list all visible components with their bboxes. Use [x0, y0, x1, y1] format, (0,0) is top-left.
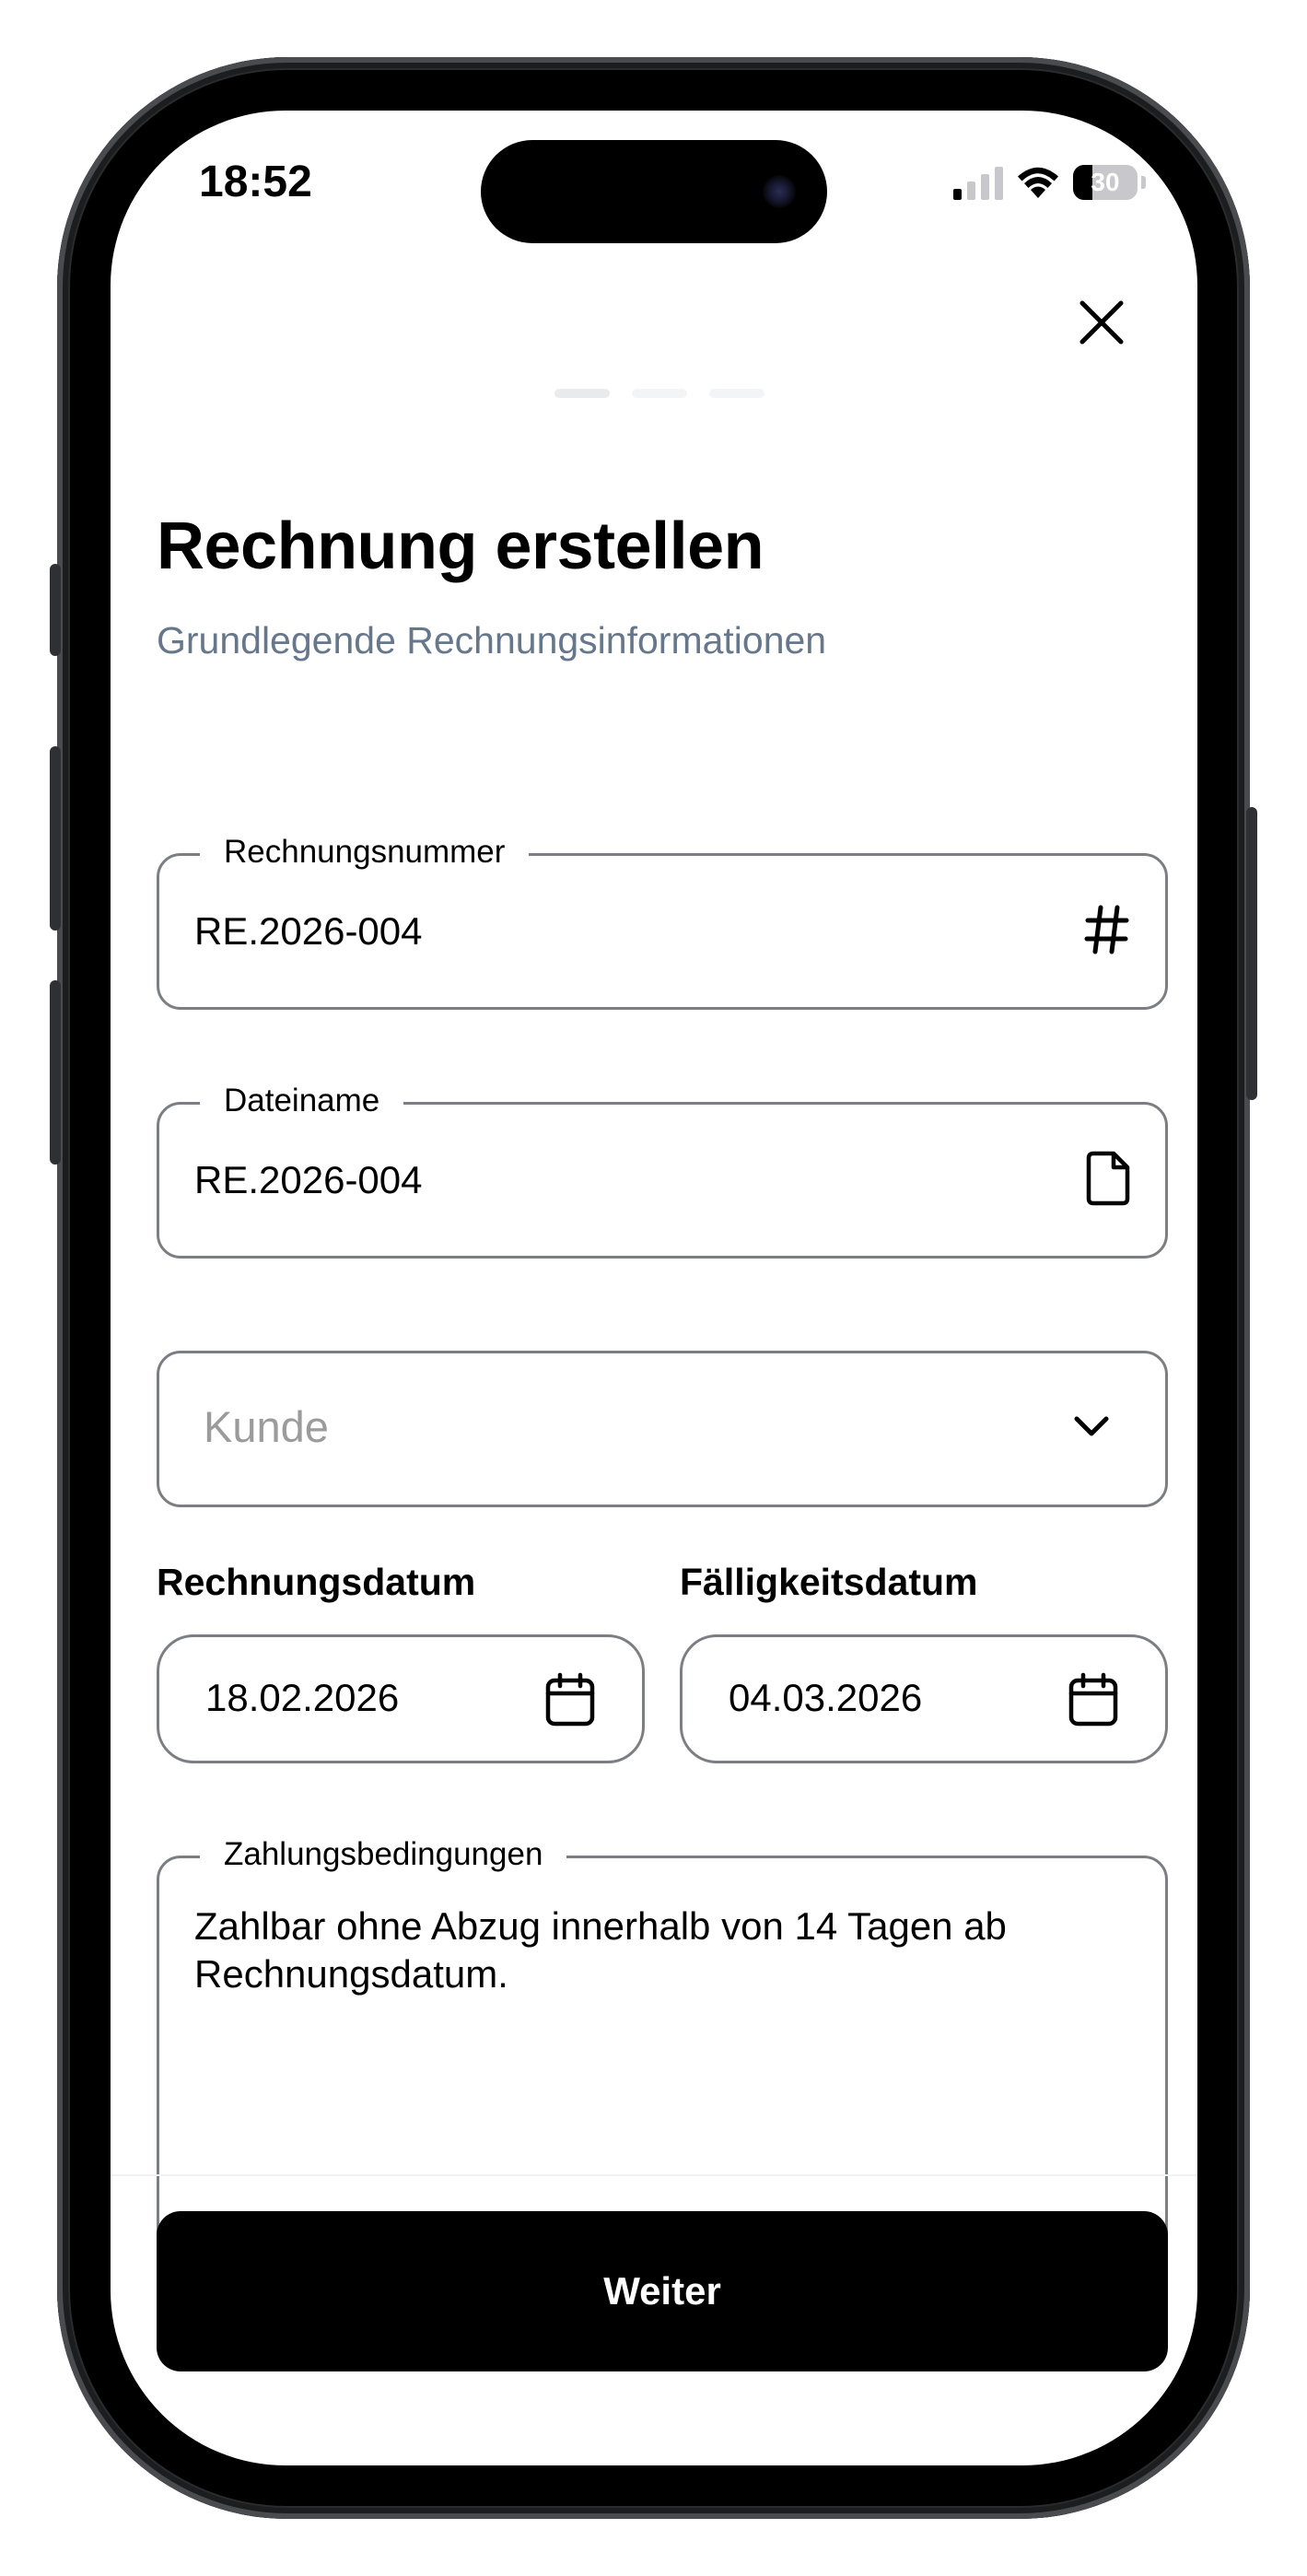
step-indicator	[709, 389, 764, 398]
power-button	[1246, 807, 1257, 1100]
file-name-value: RE.2026-004	[194, 1158, 423, 1201]
customer-placeholder: Kunde	[204, 1402, 329, 1451]
signal-bar	[995, 167, 1003, 200]
next-button[interactable]: Weiter	[157, 2211, 1168, 2371]
due-date-label: Fälligkeitsdatum	[680, 1561, 978, 1603]
action-button	[50, 564, 61, 656]
calendar-icon	[1068, 1672, 1119, 1732]
battery-percentage: 30	[1091, 168, 1120, 196]
volume-up-button	[50, 746, 61, 931]
close-icon	[1079, 300, 1124, 345]
file-icon	[1086, 1151, 1130, 1206]
signal-bar	[967, 181, 975, 200]
camera-icon	[763, 175, 796, 208]
file-name-field[interactable]: Dateiname RE.2026-004	[157, 1081, 1168, 1259]
step-indicator	[632, 389, 687, 398]
wifi-icon	[1018, 167, 1058, 198]
page-title: Rechnung erstellen	[157, 509, 764, 583]
customer-select[interactable]: Kunde	[157, 1351, 1168, 1507]
close-button[interactable]	[1056, 276, 1148, 369]
invoice-number-label: Rechnungsnummer	[200, 832, 530, 872]
calendar-icon	[544, 1672, 596, 1732]
invoice-date-value: 18.02.2026	[205, 1676, 400, 1719]
chevron-down-icon	[1073, 1414, 1110, 1438]
step-indicator	[554, 389, 610, 398]
signal-bar	[953, 189, 962, 200]
invoice-date-picker[interactable]: 18.02.2026	[157, 1634, 645, 1763]
due-date-picker[interactable]: 04.03.2026	[680, 1634, 1168, 1763]
payment-terms-value: Zahlbar ohne Abzug innerhalb von 14 Tage…	[194, 1904, 1007, 1996]
file-name-label: Dateiname	[200, 1081, 404, 1121]
status-time: 18:52	[199, 158, 312, 206]
signal-bar	[981, 174, 989, 200]
payment-terms-label: Zahlungsbedingungen	[200, 1834, 567, 1875]
footer-divider	[111, 2174, 1197, 2176]
invoice-date-label: Rechnungsdatum	[157, 1561, 476, 1603]
invoice-number-value: RE.2026-004	[194, 909, 423, 953]
status-icons: 30	[953, 160, 1146, 205]
battery-tip	[1141, 176, 1146, 189]
step-progress	[554, 389, 764, 398]
page-subtitle: Grundlegende Rechnungsinformationen	[157, 619, 827, 662]
volume-down-button	[50, 980, 61, 1165]
screen: 18:52 30 Rechnung erstellen Grundlegende…	[111, 111, 1197, 2465]
hash-icon	[1084, 904, 1130, 955]
battery-icon: 30	[1073, 165, 1138, 200]
invoice-number-field[interactable]: Rechnungsnummer RE.2026-004	[157, 832, 1168, 1010]
due-date-value: 04.03.2026	[729, 1676, 923, 1719]
payment-terms-textarea[interactable]: Zahlungsbedingungen Zahlbar ohne Abzug i…	[157, 1834, 1168, 2261]
cellular-signal-icon	[953, 165, 1003, 200]
dynamic-island	[481, 140, 827, 243]
